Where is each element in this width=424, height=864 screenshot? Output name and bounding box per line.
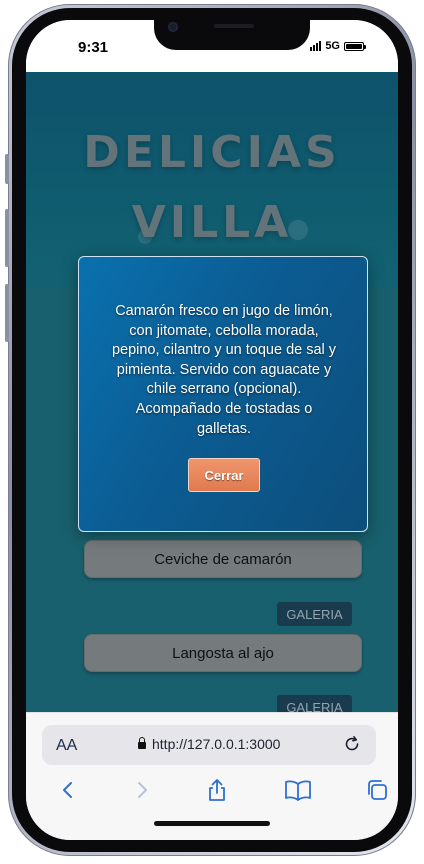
forward-icon[interactable] — [130, 775, 154, 805]
address-bar[interactable]: AA http://127.0.0.1:3000 — [42, 725, 376, 765]
navigation-toolbar — [26, 775, 398, 805]
tabs-icon[interactable] — [364, 775, 390, 805]
signal-icon — [310, 41, 322, 51]
back-icon[interactable] — [56, 775, 80, 805]
front-camera — [168, 22, 178, 32]
silent-switch — [5, 154, 9, 184]
share-icon[interactable] — [204, 775, 230, 805]
home-indicator — [154, 821, 270, 826]
bookmarks-icon[interactable] — [283, 775, 313, 805]
dish-description-modal: Camarón fresco en jugo de limón, con jit… — [78, 256, 368, 532]
screen: 9:31 5G DELICIAS VILLA Ceviche de camaró… — [26, 20, 398, 840]
earpiece-speaker — [214, 24, 254, 28]
close-button[interactable]: Cerrar — [188, 458, 260, 492]
web-content[interactable]: DELICIAS VILLA Ceviche de camarón GALERI… — [26, 72, 398, 712]
lock-icon — [138, 737, 146, 749]
text-size-button[interactable]: AA — [56, 737, 77, 755]
battery-icon — [344, 41, 366, 51]
url-text: http://127.0.0.1:3000 — [152, 736, 281, 752]
url-display[interactable]: http://127.0.0.1:3000 — [138, 736, 280, 752]
phone-frame: 9:31 5G DELICIAS VILLA Ceviche de camaró… — [5, 4, 416, 856]
dish-description: Camarón fresco en jugo de limón, con jit… — [111, 303, 337, 437]
browser-toolbar: AA http://127.0.0.1:3000 — [26, 712, 398, 840]
reload-icon[interactable] — [342, 734, 362, 760]
network-type: 5G — [325, 40, 340, 52]
volume-up-button — [5, 209, 9, 267]
status-time: 9:31 — [78, 39, 109, 56]
text-size-label: AA — [56, 737, 78, 754]
volume-down-button — [5, 284, 9, 342]
status-indicators: 5G — [310, 40, 366, 52]
